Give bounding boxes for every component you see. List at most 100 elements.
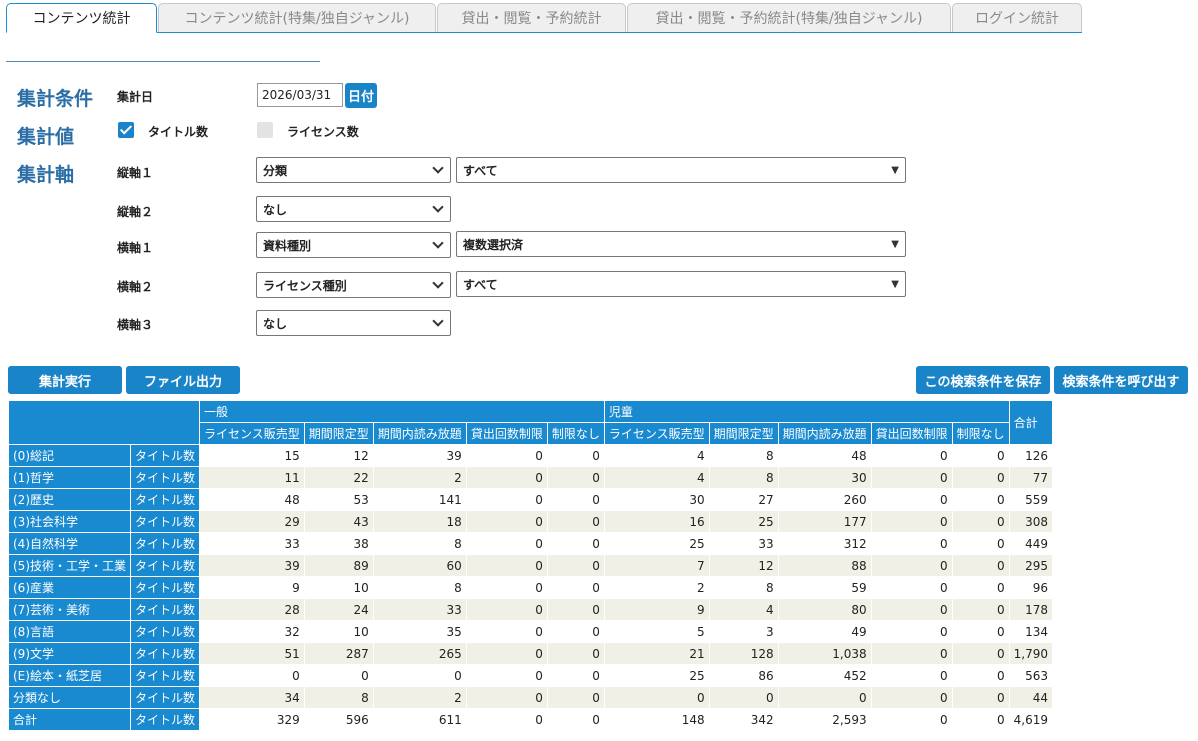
tab-lending-stats-special[interactable]: 貸出・閲覧・予約統計(特集/独自ジャンル) — [627, 3, 951, 32]
data-cell: 312 — [777, 532, 872, 555]
data-cell: 0 — [546, 466, 605, 489]
data-cell: 32 — [199, 620, 305, 643]
save-search-button[interactable]: この検索条件を保存 — [916, 366, 1050, 394]
run-aggregation-button[interactable]: 集計実行 — [8, 366, 122, 394]
horizontal-axis-1-filter-value: 複数選択済 — [463, 237, 524, 252]
data-cell: 0 — [951, 598, 1010, 621]
vertical-axis-2-label: 縦軸２ — [117, 205, 154, 219]
data-cell: 0 — [546, 444, 605, 467]
vertical-axis-1-label: 縦軸１ — [117, 166, 154, 180]
values-heading: 集計値 — [17, 126, 75, 148]
data-cell: 0 — [951, 444, 1010, 467]
data-cell: 0 — [870, 664, 953, 687]
date-picker-button[interactable]: 日付 — [345, 83, 377, 108]
data-cell: 260 — [777, 488, 872, 511]
col-header: ライセンス販売型 — [199, 422, 305, 445]
row-total-cell: 1,790 — [1008, 642, 1054, 665]
data-cell: 0 — [465, 444, 548, 467]
table-row: (4)自然科学 タイトル数 33 38 8 0 0 25 33 312 0 0 449 — [8, 532, 1054, 555]
tab-content-stats-special[interactable]: コンテンツ統計(特集/独自ジャンル) — [158, 3, 436, 32]
data-cell: 48 — [199, 488, 305, 511]
data-cell: 0 — [870, 642, 953, 665]
col-header: 期間内読み放題 — [777, 422, 872, 445]
date-input[interactable]: 2026/03/31 — [257, 83, 343, 107]
row-category: (7)芸術・美術 — [8, 598, 131, 621]
vertical-axis-1-value: 分類 — [263, 163, 288, 178]
row-total-cell: 295 — [1008, 554, 1054, 577]
row-total-cell: 77 — [1008, 466, 1054, 489]
group-header-children: 児童 — [603, 400, 1010, 423]
license-count-checkbox[interactable] — [257, 122, 273, 138]
data-cell: 0 — [870, 708, 953, 731]
vertical-axis-2-select[interactable]: なし — [256, 196, 451, 222]
horizontal-axis-2-filter-value: すべて — [463, 277, 498, 292]
table-row: (3)社会科学 タイトル数 29 43 18 0 0 16 25 177 0 0 308 — [8, 510, 1054, 533]
data-cell: 30 — [777, 466, 872, 489]
chevron-down-icon — [432, 201, 444, 213]
dropdown-arrow-icon: ▼ — [891, 239, 899, 250]
data-cell: 0 — [546, 554, 605, 577]
data-cell: 0 — [870, 532, 953, 555]
horizontal-axis-3-label: 横軸３ — [117, 318, 154, 332]
data-cell: 29 — [199, 510, 305, 533]
data-cell: 0 — [777, 686, 872, 709]
row-category: 分類なし — [8, 686, 131, 709]
tab-content-stats[interactable]: コンテンツ統計 — [6, 3, 157, 33]
horizontal-axis-3-select[interactable]: なし — [256, 310, 451, 336]
title-count-checkbox[interactable] — [118, 122, 134, 138]
data-cell: 0 — [546, 664, 605, 687]
row-total-cell: 4,619 — [1008, 708, 1054, 731]
data-cell: 0 — [465, 554, 548, 577]
data-cell: 0 — [951, 708, 1010, 731]
data-cell: 0 — [199, 664, 305, 687]
horizontal-axis-2-value: ライセンス種別 — [263, 278, 347, 293]
row-category: (4)自然科学 — [8, 532, 131, 555]
vertical-axis-1-filter[interactable]: すべて ▼ — [456, 157, 906, 183]
data-cell: 12 — [708, 554, 779, 577]
data-cell: 30 — [603, 488, 710, 511]
data-cell: 329 — [199, 708, 305, 731]
chevron-down-icon — [432, 277, 444, 289]
col-header: 期間限定型 — [303, 422, 374, 445]
corner-header — [7, 400, 201, 445]
load-search-button[interactable]: 検索条件を呼び出す — [1054, 366, 1188, 394]
col-header: 貸出回数制限 — [870, 422, 953, 445]
vertical-axis-1-filter-value: すべて — [463, 163, 498, 178]
table-row: (9)文学 タイトル数 51 287 265 0 0 21 128 1,038 0 0 1,790 — [8, 642, 1054, 665]
horizontal-axis-2-filter[interactable]: すべて ▼ — [456, 271, 906, 297]
data-cell: 0 — [951, 576, 1010, 599]
row-total-cell: 126 — [1008, 444, 1054, 467]
tab-lending-stats[interactable]: 貸出・閲覧・予約統計 — [437, 3, 626, 32]
horizontal-axis-1-label: 横軸１ — [117, 241, 154, 255]
data-cell: 0 — [870, 598, 953, 621]
data-cell: 0 — [465, 686, 548, 709]
data-cell: 0 — [870, 444, 953, 467]
row-category: (9)文学 — [8, 642, 131, 665]
data-cell: 0 — [465, 664, 548, 687]
horizontal-axis-1-filter[interactable]: 複数選択済 ▼ — [456, 231, 906, 257]
data-cell: 43 — [303, 510, 374, 533]
table-row: (8)言語 タイトル数 32 10 35 0 0 5 3 49 0 0 134 — [8, 620, 1054, 643]
horizontal-axis-2-select[interactable]: ライセンス種別 — [256, 272, 451, 298]
data-cell: 177 — [777, 510, 872, 533]
col-header: 期間内読み放題 — [372, 422, 467, 445]
data-cell: 0 — [951, 620, 1010, 643]
horizontal-axis-1-select[interactable]: 資料種別 — [256, 232, 451, 258]
vertical-axis-1-select[interactable]: 分類 — [256, 157, 451, 183]
data-cell: 0 — [951, 664, 1010, 687]
group-header-general: 一般 — [199, 400, 605, 423]
tab-login-stats[interactable]: ログイン統計 — [952, 3, 1082, 32]
tab-bar: コンテンツ統計 コンテンツ統計(特集/独自ジャンル) 貸出・閲覧・予約統計 貸出… — [6, 3, 1082, 33]
col-header: 貸出回数制限 — [465, 422, 548, 445]
table-row: (1)哲学 タイトル数 11 22 2 0 0 4 8 30 0 0 77 — [8, 466, 1054, 489]
results-table: 一般 児童 合計 ライセンス販売型 期間限定型 期間内読み放題 貸出回数制限 制… — [7, 400, 1054, 731]
data-cell: 8 — [372, 576, 467, 599]
data-cell: 15 — [199, 444, 305, 467]
row-category: (2)歴史 — [8, 488, 131, 511]
dropdown-arrow-icon: ▼ — [891, 279, 899, 290]
license-count-label: ライセンス数 — [287, 125, 359, 139]
data-cell: 0 — [465, 466, 548, 489]
chevron-down-icon — [432, 162, 444, 174]
file-export-button[interactable]: ファイル出力 — [126, 366, 240, 394]
row-category: (6)産業 — [8, 576, 131, 599]
